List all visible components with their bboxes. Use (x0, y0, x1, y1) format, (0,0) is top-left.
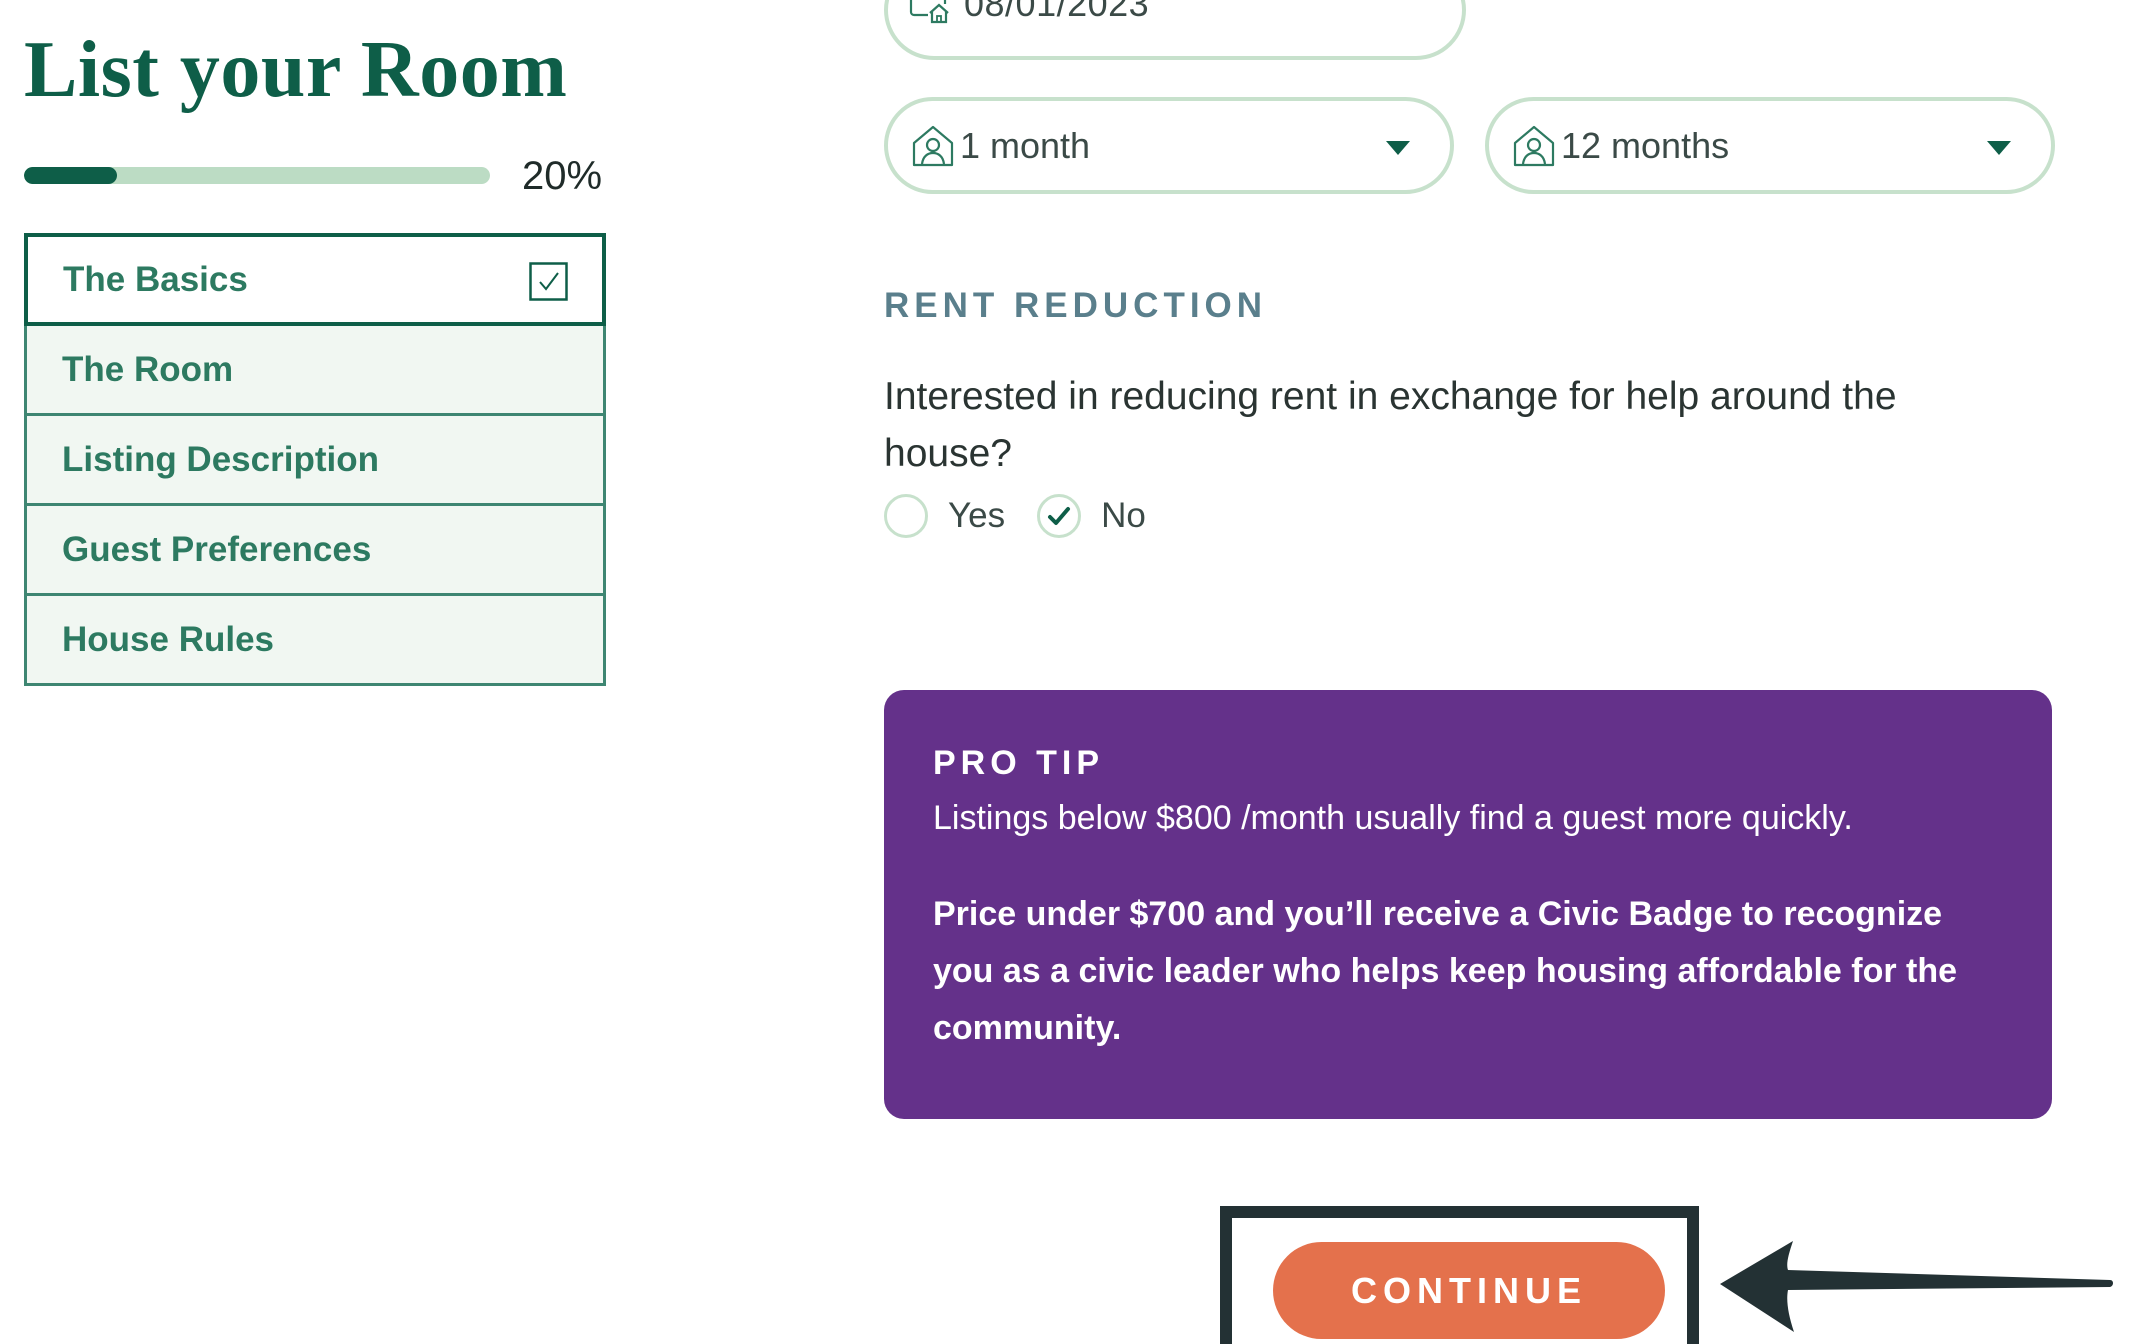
move-in-date-field[interactable]: 08/01/2023 (884, 0, 1466, 60)
step-house-rules[interactable]: House Rules (24, 593, 606, 686)
steps-list: The Basics The Room Listing Description … (24, 233, 606, 686)
min-stay-value: 1 month (960, 124, 1091, 166)
radio-checked-icon[interactable] (1037, 494, 1082, 538)
move-in-date-value: 08/01/2023 (964, 0, 1150, 24)
rent-reduction-question: Interested in reducing rent in exchange … (884, 375, 1897, 475)
step-listing-description[interactable]: Listing Description (24, 413, 606, 506)
step-the-room[interactable]: The Room (24, 323, 606, 416)
radio-unchecked-icon[interactable] (884, 494, 928, 538)
progress-bar-fill (24, 167, 118, 184)
house-person-icon (912, 125, 954, 166)
checkmark-icon (1048, 507, 1071, 525)
page-title: List your Room (24, 26, 568, 114)
checkbox-checked-icon (529, 262, 568, 301)
pro-tip-bold-text: Price under $700 and you’ll receive a Ci… (933, 895, 1958, 1047)
max-stay-value: 12 months (1561, 124, 1730, 166)
annotation-arrow-icon (1720, 1241, 2113, 1332)
radio-no[interactable]: No (1037, 494, 1146, 538)
step-label: The Basics (63, 259, 248, 299)
pro-tip-text: Listings below $800 /month usually find … (933, 799, 1853, 837)
caret-down-icon (1386, 141, 1410, 155)
step-the-basics[interactable]: The Basics (24, 233, 606, 326)
page: List your Room 20% The Basics The Room L… (0, 0, 2146, 1344)
radio-yes[interactable]: Yes (884, 494, 1005, 538)
step-label: Guest Preferences (62, 529, 372, 569)
progress-bar (24, 167, 490, 184)
caret-down-icon (1987, 141, 2011, 155)
min-stay-select[interactable]: 1 month (884, 97, 1454, 194)
continue-button[interactable]: CONTINUE (1273, 1242, 1665, 1339)
rent-reduction-heading: RENT REDUCTION (884, 286, 1268, 325)
progress-label: 20% (522, 154, 603, 198)
pro-tip-title: PRO TIP (933, 744, 1105, 782)
step-label: House Rules (62, 619, 274, 659)
step-guest-preferences[interactable]: Guest Preferences (24, 503, 606, 596)
radio-no-label: No (1101, 496, 1146, 535)
max-stay-select[interactable]: 12 months (1485, 97, 2055, 194)
radio-yes-label: Yes (948, 496, 1006, 535)
calendar-house-icon (909, 0, 950, 24)
house-person-icon (1513, 125, 1555, 166)
pro-tip-card: PRO TIP Listings below $800 /month usual… (884, 690, 2052, 1119)
rent-reduction-options: Yes No (884, 494, 1178, 538)
step-label: The Room (62, 349, 234, 389)
step-label: Listing Description (62, 439, 379, 479)
